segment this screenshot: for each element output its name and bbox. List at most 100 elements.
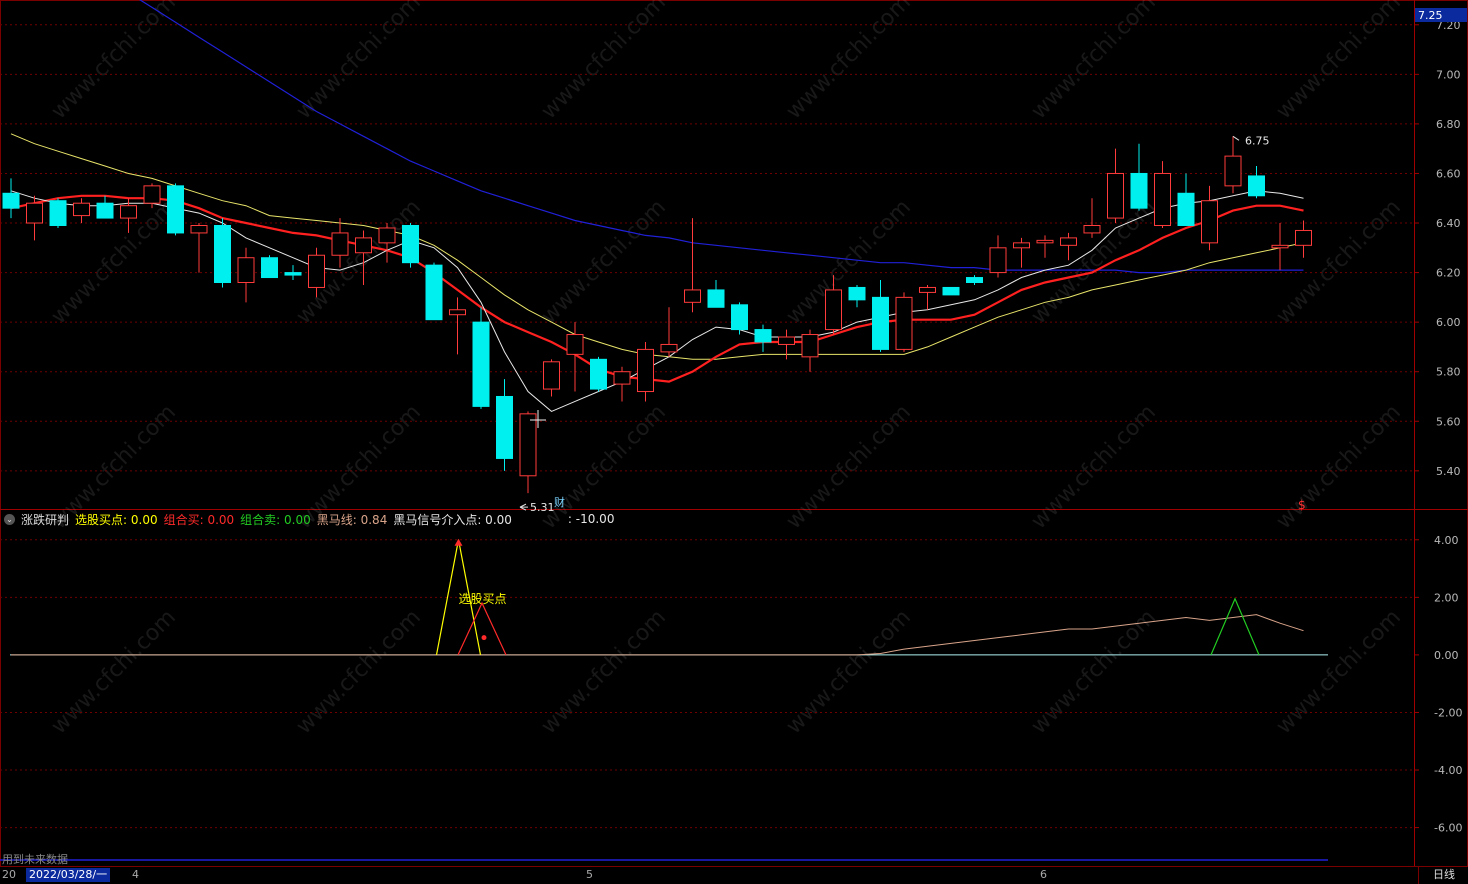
candle — [284, 265, 302, 281]
candle — [966, 275, 983, 285]
candle — [402, 223, 419, 268]
candle-body — [754, 329, 772, 343]
watermark-text: www.cfchi.com — [1027, 400, 1161, 534]
watermark-text: www.cfchi.com — [292, 0, 426, 124]
candle-body — [1271, 244, 1289, 249]
legend-item-1: 组合买: 0.00 — [163, 512, 235, 527]
candle-body — [143, 185, 161, 204]
legend-item-0: 选股买点: 0.00 — [75, 512, 158, 527]
heima-signal-dot — [481, 635, 487, 641]
legend-item-4: 黑马信号介入点: 0.00 — [393, 512, 512, 527]
price-tick-label: 7.00 — [1436, 68, 1461, 81]
candle-body — [637, 348, 654, 393]
indicator-tick-label: 2.00 — [1434, 591, 1459, 604]
candle-body — [425, 264, 443, 321]
candle-body — [73, 202, 90, 217]
candle — [989, 235, 1007, 278]
collapse-icon[interactable]: ⌄ — [4, 513, 15, 525]
candle-body — [496, 395, 513, 459]
candle — [214, 218, 231, 288]
candle-body — [308, 254, 325, 288]
indicator-name[interactable]: 涨跌研判 — [21, 511, 69, 528]
kline-chart[interactable]: www.cfchi.com www.cfchi.com www.cfchi.com w… — [0, 0, 1468, 883]
combo-buy-signal — [457, 601, 507, 656]
watermark-text: www.cfchi.com — [537, 0, 671, 124]
candle-body — [684, 289, 701, 303]
candle-body — [895, 296, 913, 350]
candle — [1295, 220, 1312, 258]
candle — [707, 280, 725, 308]
period-tab[interactable]: 日线 — [1418, 866, 1468, 884]
watermark-text: www.cfchi.com — [782, 605, 916, 739]
candle-body — [966, 277, 983, 283]
candle — [237, 247, 255, 303]
current-price-label: 7.25 — [1418, 9, 1443, 22]
candle — [590, 356, 607, 392]
watermark-text: www.cfchi.com — [1272, 195, 1406, 329]
chart-frame — [0, 0, 1468, 883]
candle-body — [1154, 172, 1171, 227]
candle — [519, 411, 537, 494]
candle — [190, 223, 208, 273]
candle-body — [449, 309, 466, 316]
candle — [731, 302, 748, 335]
candle — [1177, 173, 1195, 227]
watermark-text: www.cfchi.com — [782, 400, 916, 534]
date-prefix: 20 — [2, 868, 16, 881]
price-tick-label: 5.40 — [1436, 465, 1461, 478]
indicator-tick-label: -6.00 — [1434, 822, 1462, 835]
candle — [1224, 136, 1242, 194]
candle-body — [1130, 172, 1148, 209]
candle-body — [331, 232, 349, 256]
candle-body — [848, 286, 866, 301]
indicator-legend: ⌄ 涨跌研判 选股买点: 0.00 组合买: 0.00 组合卖: 0.00 黑马线: … — [4, 511, 614, 527]
watermark-text: www.cfchi.com — [782, 0, 916, 124]
candle-body — [519, 413, 537, 477]
legend-item-2: 组合卖: 0.00 — [240, 512, 311, 527]
candle — [895, 292, 913, 352]
candle — [637, 341, 654, 402]
candle — [754, 324, 772, 352]
legend-extra: : -10.00 — [567, 512, 615, 526]
candle-body — [378, 227, 396, 244]
candle — [613, 366, 631, 402]
watermark-text: www.cfchi.com — [1272, 605, 1406, 739]
candle — [73, 198, 90, 224]
month-label-6: 6 — [1040, 868, 1047, 881]
candle-body — [167, 185, 184, 234]
watermark-text: www.cfchi.com — [47, 0, 181, 124]
indicator-tick-label: 4.00 — [1434, 534, 1459, 547]
candle-body — [613, 371, 631, 385]
candle — [660, 307, 678, 357]
watermark-text: www.cfchi.com — [537, 605, 671, 739]
finance-marker: 财 — [554, 495, 565, 509]
candle-body — [825, 289, 842, 331]
candle-body — [1060, 237, 1077, 246]
watermark-layer: www.cfchi.com www.cfchi.com www.cfchi.com w… — [47, 0, 1406, 739]
candle — [1201, 185, 1218, 251]
future-data-note: 用到未来数据 — [2, 853, 68, 866]
candle — [1107, 148, 1124, 224]
price-tick-label: 6.60 — [1436, 167, 1461, 180]
candle-body — [284, 272, 302, 276]
candle-body — [261, 257, 278, 279]
price-tick-label: 5.80 — [1436, 366, 1461, 379]
candle — [872, 280, 889, 352]
high-label: 6.75 — [1245, 134, 1270, 147]
indicator-tick-label: -4.00 — [1434, 764, 1462, 777]
candle-body — [96, 202, 114, 219]
candle — [1013, 237, 1030, 268]
candle — [543, 359, 560, 397]
candle-body — [472, 321, 490, 407]
candle — [1130, 143, 1148, 211]
candle-body — [2, 192, 20, 209]
candle-body — [402, 225, 419, 264]
candle — [1271, 223, 1289, 271]
month-label-5: 5 — [586, 868, 593, 881]
combo-sell-signal — [1210, 597, 1260, 656]
watermark-text: www.cfchi.com — [1272, 400, 1406, 534]
candle-body — [1224, 155, 1242, 187]
candle — [1060, 232, 1077, 261]
watermark-text: www.cfchi.com — [1027, 195, 1161, 329]
candle — [472, 307, 490, 409]
